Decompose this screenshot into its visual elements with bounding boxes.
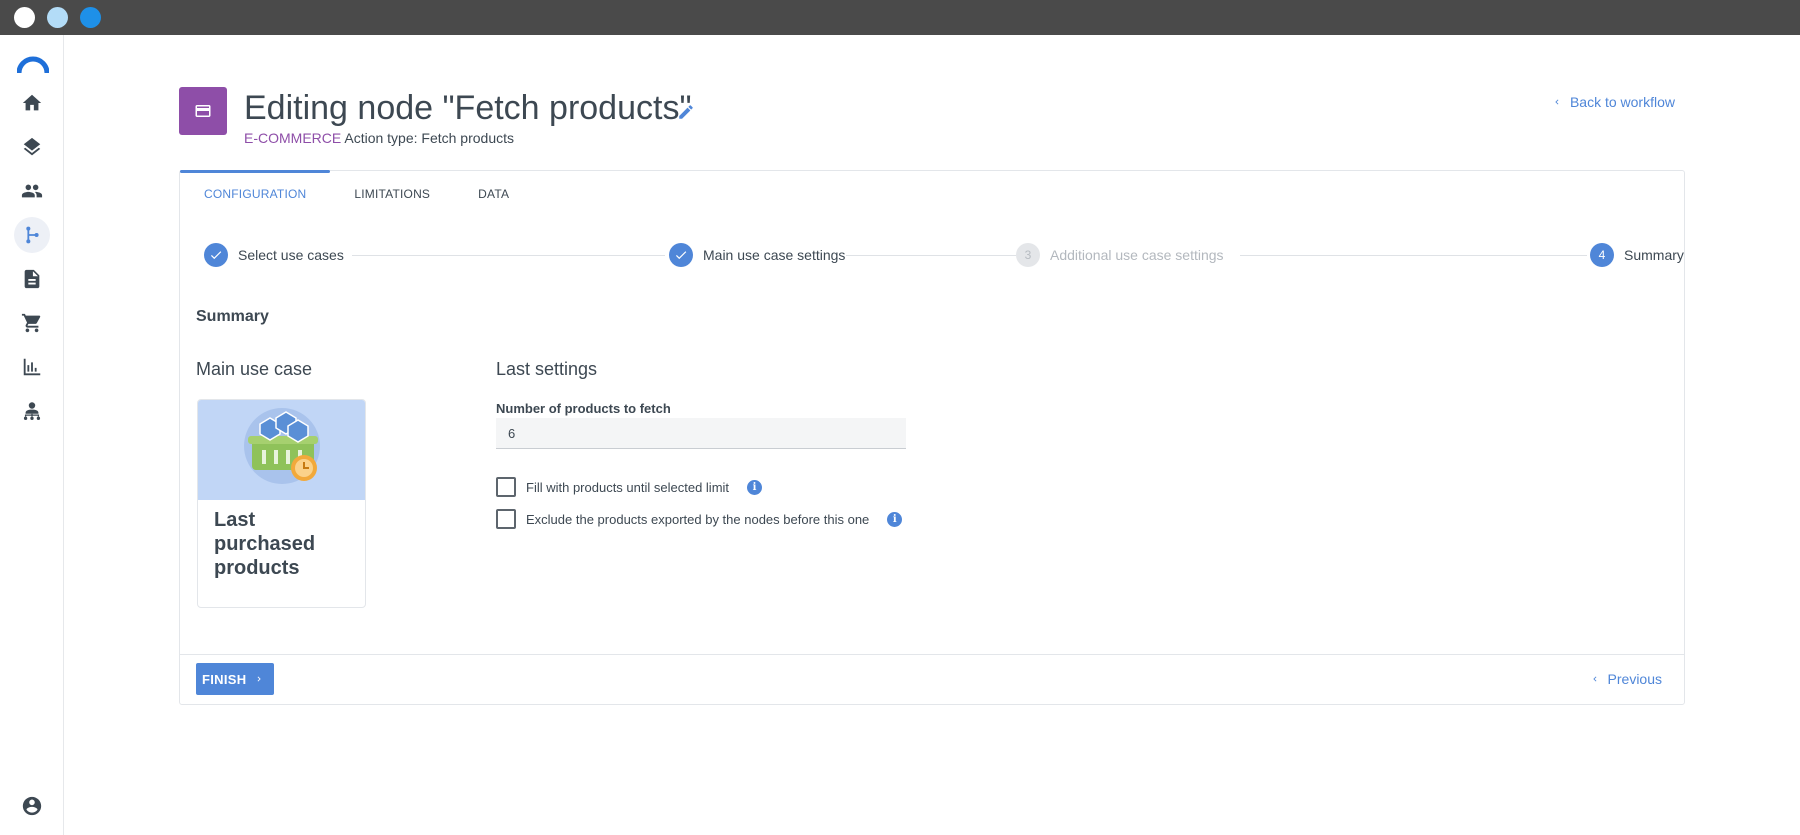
step-label: Additional use case settings	[1050, 247, 1224, 263]
node-subtitle: E-COMMERCE Action type: Fetch products	[244, 130, 514, 146]
window-titlebar	[0, 0, 1800, 35]
fill-products-label: Fill with products until selected limit	[526, 479, 730, 495]
action-type-label: Action type: Fetch products	[344, 130, 514, 146]
tab-configuration[interactable]: CONFIGURATION	[180, 170, 331, 217]
previous-label: Previous	[1607, 671, 1662, 687]
tab-limitations[interactable]: LIMITATIONS	[330, 171, 454, 217]
step-label: Main use case settings	[703, 247, 846, 263]
step-main-use-case-settings[interactable]: Main use case settings	[669, 243, 845, 267]
info-icon[interactable]: i	[887, 511, 903, 527]
check-icon	[669, 243, 693, 267]
step-connector	[352, 255, 665, 256]
step-number: 4	[1590, 243, 1614, 267]
shopping-basket-icon	[244, 408, 320, 484]
card-icon	[195, 105, 211, 117]
back-to-workflow-link[interactable]: Back to workflow	[1552, 94, 1675, 110]
app-logo-icon[interactable]	[17, 55, 49, 75]
sidebar-item-account[interactable]	[14, 788, 50, 824]
sidebar	[0, 35, 64, 835]
window-close-dot[interactable]	[14, 7, 35, 28]
node-type-icon	[179, 87, 227, 135]
step-label: Summary	[1624, 247, 1684, 263]
sidebar-item-layers[interactable]	[14, 129, 50, 165]
main-use-case-heading: Main use case	[196, 359, 313, 379]
workflow-icon	[26, 226, 39, 244]
exclude-products-checkbox[interactable]	[496, 509, 516, 529]
step-additional-use-case-settings[interactable]: 3 Additional use case settings	[1016, 243, 1224, 267]
exclude-products-label: Exclude the products exported by the nod…	[526, 511, 870, 527]
layers-icon	[23, 137, 41, 156]
step-select-use-cases[interactable]: Select use cases	[204, 243, 344, 267]
products-count-label: Number of products to fetch	[496, 401, 671, 416]
account-icon	[22, 796, 42, 816]
edit-pencil-icon[interactable]	[677, 103, 695, 121]
home-icon	[22, 94, 42, 111]
back-to-workflow-label: Back to workflow	[1569, 94, 1675, 110]
step-number: 3	[1016, 243, 1040, 267]
step-label: Select use cases	[238, 247, 344, 263]
check-icon	[204, 243, 228, 267]
page-title: Editing node "Fetch products"	[244, 89, 692, 127]
tab-bar: CONFIGURATION LIMITATIONS DATA	[180, 170, 533, 217]
people-icon	[21, 184, 43, 198]
sidebar-item-network[interactable]	[14, 393, 50, 429]
chevron-left-icon	[1555, 99, 1559, 105]
finish-label: FINISH	[202, 671, 247, 687]
stepper: Select use cases Main use case settings …	[204, 243, 1684, 269]
window-minimize-dot[interactable]	[47, 7, 68, 28]
network-user-icon	[23, 402, 41, 420]
sidebar-item-people[interactable]	[14, 173, 50, 209]
last-settings-heading: Last settings	[496, 359, 598, 379]
info-icon[interactable]: i	[747, 479, 763, 495]
previous-link[interactable]: Previous	[1590, 671, 1662, 687]
sidebar-item-home[interactable]	[14, 85, 50, 121]
sidebar-item-workflow[interactable]	[14, 217, 50, 253]
exclude-products-option: Exclude the products exported by the nod…	[496, 509, 903, 529]
category-label: E-COMMERCE	[244, 130, 342, 146]
chevron-right-icon	[258, 676, 262, 682]
document-icon	[24, 269, 40, 289]
step-summary[interactable]: 4 Summary	[1590, 243, 1684, 267]
finish-button[interactable]: FINISH	[196, 663, 275, 695]
sidebar-item-analytics[interactable]	[14, 349, 50, 385]
bar-chart-icon	[23, 358, 41, 376]
fill-products-option: Fill with products until selected limit …	[496, 477, 763, 497]
card-footer: FINISH Previous	[180, 654, 1684, 704]
summary-heading: Summary	[196, 308, 269, 325]
cart-icon	[21, 313, 41, 333]
use-case-label: Last purchased products	[214, 509, 316, 579]
chevron-left-icon	[1592, 676, 1596, 682]
step-connector	[1240, 255, 1587, 256]
window-maximize-dot[interactable]	[80, 7, 101, 28]
use-case-card[interactable]: Last purchased products	[197, 399, 366, 608]
step-connector	[846, 255, 1016, 256]
tab-data[interactable]: DATA	[454, 171, 533, 217]
sidebar-item-documents[interactable]	[14, 261, 50, 297]
products-count-input[interactable]: 6	[496, 418, 906, 449]
basket-illustration	[198, 400, 365, 500]
sidebar-item-ecommerce[interactable]	[14, 305, 50, 341]
fill-products-checkbox[interactable]	[496, 477, 516, 497]
node-editor-card: CONFIGURATION LIMITATIONS DATA Select us…	[179, 170, 1685, 705]
